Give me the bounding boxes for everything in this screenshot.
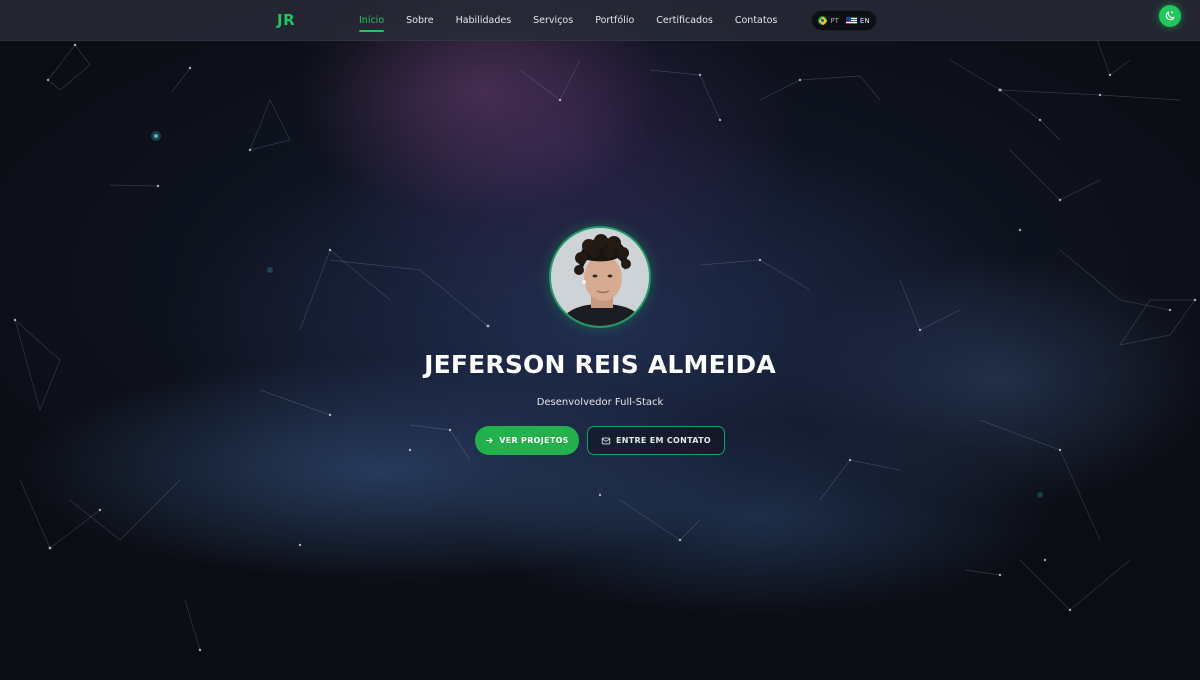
profile-photo (551, 228, 649, 326)
view-projects-label: VER PROJETOS (499, 436, 569, 445)
contact-button[interactable]: ENTRE EM CONTATO (587, 426, 725, 455)
theme-toggle-button[interactable] (1159, 5, 1181, 27)
language-code-en: EN (859, 16, 870, 25)
logo[interactable]: JR (277, 11, 295, 29)
avatar (549, 226, 651, 328)
nav-link-certificados[interactable]: Certificados (656, 0, 713, 41)
constellation-network (13, 19, 1197, 652)
language-code-pt: PT (830, 16, 839, 25)
arrow-right-icon (486, 437, 493, 444)
nav-menu: Início Sobre Habilidades Serviços Portfó… (359, 0, 777, 41)
language-option-pt[interactable]: PT (818, 16, 839, 25)
hero-role: Desenvolvedor Full-Stack (536, 397, 664, 408)
contact-label: ENTRE EM CONTATO (615, 436, 712, 445)
nav-link-habilidades[interactable]: Habilidades (456, 0, 512, 41)
hero-background (0, 0, 1200, 680)
moon-stars-icon (1165, 11, 1175, 21)
language-switcher: PT EN (811, 10, 877, 31)
nav-link-portfolio[interactable]: Portfólio (595, 0, 634, 41)
nav-link-sobre[interactable]: Sobre (406, 0, 433, 41)
nav-link-contatos[interactable]: Contatos (735, 0, 778, 41)
hero-name: JEFERSON REIS ALMEIDA (424, 350, 776, 379)
brazil-flag-icon (818, 16, 828, 25)
mail-icon (601, 437, 611, 444)
us-flag-icon (845, 17, 857, 24)
language-option-en[interactable]: EN (845, 16, 870, 25)
navbar: JR Início Sobre Habilidades Serviços Por… (0, 0, 1200, 41)
nav-link-inicio[interactable]: Início (359, 0, 385, 41)
nav-link-servicos[interactable]: Serviços (533, 0, 573, 41)
view-projects-button[interactable]: VER PROJETOS (475, 426, 579, 455)
